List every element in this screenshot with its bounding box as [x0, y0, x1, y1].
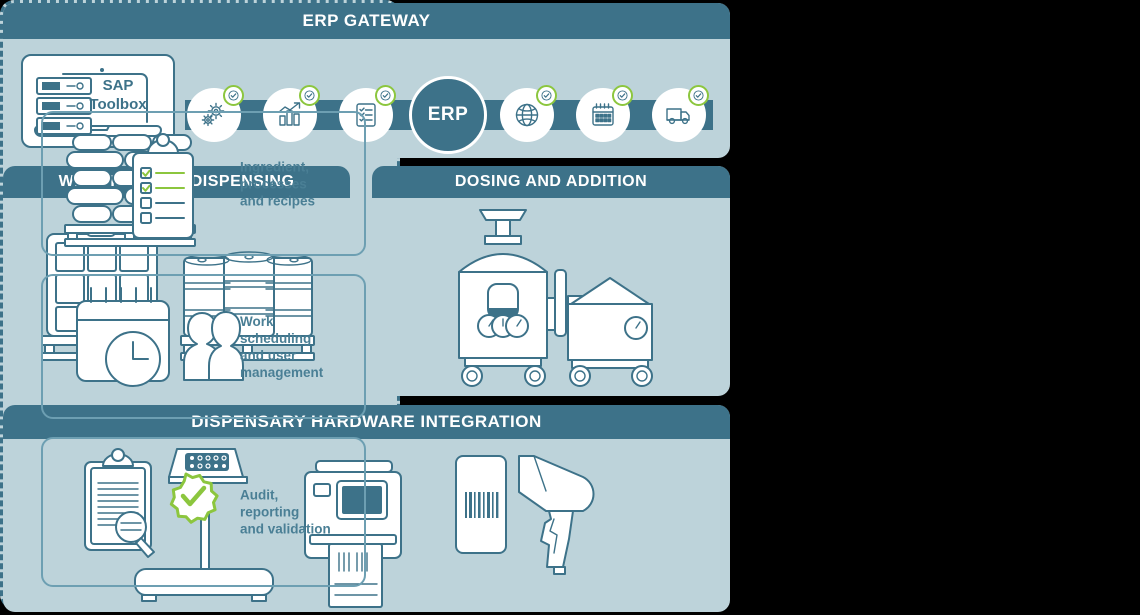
sacks-pallet-clipboard-art [53, 113, 243, 254]
barcode-label-icon [455, 455, 507, 554]
infographic-root: ERP GATEWAY SAP Toolbox ERP DISPENSING D… [0, 0, 1140, 615]
erp-node-globe[interactable] [500, 85, 557, 142]
erp-center-label: ERP [427, 104, 469, 125]
calendar-icon [592, 103, 614, 126]
panel-dosing-body [372, 198, 730, 396]
panel-dosing-title: DOSING AND ADDITION [372, 166, 730, 198]
sacks-pallet-clipboard-icon [64, 133, 196, 247]
supervisory-card-label: Work scheduling and user management [240, 313, 324, 380]
supervisory-card-audit[interactable]: Audit, reporting and validation [41, 437, 366, 587]
supervisory-card-ingredients[interactable]: Ingredient, processes and recipes [41, 111, 366, 256]
clipboard-magnifier-seal-icon [84, 448, 219, 558]
panel-dosing-addition: DOSING AND ADDITION [372, 166, 730, 396]
verified-badge [688, 85, 709, 106]
erp-node-logistics[interactable] [652, 85, 709, 142]
panel-supervisory: SUPERVISORY [0, 0, 400, 609]
verified-badge [536, 85, 557, 106]
supervisory-card-scheduling[interactable]: Work scheduling and user management [41, 274, 366, 419]
panel-erp-gateway-title: ERP GATEWAY [3, 3, 730, 39]
verified-badge [612, 85, 633, 106]
supervisory-card-label: Ingredient, processes and recipes [240, 159, 316, 208]
mixing-vessel-icon [458, 209, 560, 387]
verified-seal-icon [169, 472, 219, 524]
clipboard-magnifier-seal-art [53, 439, 243, 585]
process-tank-icon [554, 269, 653, 387]
barcode-scanner-icon [518, 455, 595, 575]
erp-node-calendar[interactable] [576, 85, 633, 142]
delivery-truck-icon [666, 108, 690, 125]
erp-node-center[interactable]: ERP [409, 76, 487, 154]
panel-supervisory-body: Ingredient, processes and recipes Work s… [3, 36, 397, 606]
globe-icon [515, 103, 539, 127]
dosing-artwork [458, 209, 653, 387]
calendar-clock-users-icon [76, 287, 244, 387]
users-icon [183, 311, 244, 381]
calendar-clock-users-art [53, 276, 244, 417]
supervisory-card-label: Audit, reporting and validation [240, 487, 331, 537]
clock-icon [105, 331, 161, 387]
